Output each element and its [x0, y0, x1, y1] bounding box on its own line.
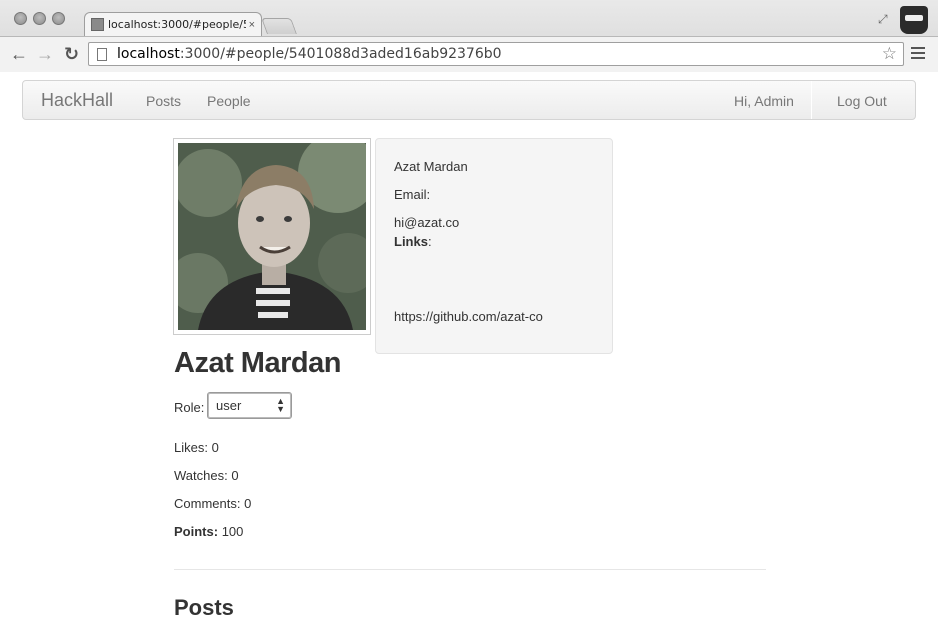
- role-select-value: user: [216, 398, 242, 413]
- reload-icon[interactable]: ↻: [64, 44, 79, 64]
- fullscreen-icon[interactable]: ⤢: [878, 12, 888, 27]
- likes-stat: Likes: 0: [174, 440, 219, 455]
- comments-label: Comments:: [174, 496, 241, 511]
- points-value: 100: [221, 524, 244, 539]
- links-label-text: Links: [394, 234, 428, 249]
- role-label: Role:: [174, 400, 205, 415]
- tab-title: localhost:3000/#people/5: [108, 18, 246, 31]
- comments-stat: Comments: 0: [174, 496, 251, 511]
- browser-tab[interactable]: localhost:3000/#people/5 ×: [84, 12, 262, 36]
- github-link[interactable]: https://github.com/azat-co: [394, 309, 543, 324]
- section-divider: [174, 569, 766, 570]
- zoom-window-button[interactable]: [52, 12, 65, 25]
- browser-menu-icon[interactable]: [911, 47, 925, 62]
- profile-photo: [173, 138, 371, 335]
- points-label: Points:: [174, 524, 219, 539]
- minimize-window-button[interactable]: [33, 12, 46, 25]
- bookmark-star-icon[interactable]: ☆: [882, 44, 897, 64]
- close-window-button[interactable]: [14, 12, 27, 25]
- watches-value: 0: [231, 468, 239, 483]
- address-bar[interactable]: localhost:3000/#people/5401088d3aded16ab…: [88, 42, 904, 66]
- greeting-link[interactable]: Hi, Admin: [734, 93, 794, 109]
- links-label-colon: :: [427, 234, 432, 249]
- nav-posts-link[interactable]: Posts: [146, 93, 181, 109]
- watches-stat: Watches: 0: [174, 468, 239, 483]
- links-label: Links:: [394, 234, 432, 249]
- card-name: Azat Mardan: [394, 159, 468, 174]
- forward-arrow-icon[interactable]: →: [36, 44, 54, 64]
- new-tab-button[interactable]: [261, 18, 297, 34]
- posts-heading: Posts: [174, 595, 234, 620]
- page-icon: [97, 47, 107, 61]
- browser-toolbar: ← → ↻ localhost:3000/#people/5401088d3ad…: [0, 36, 938, 72]
- likes-label: Likes:: [174, 440, 208, 455]
- avatar-image: [178, 143, 366, 330]
- select-arrows-icon: ▲ ▼: [276, 396, 285, 414]
- role-select[interactable]: user ▲ ▼: [207, 392, 292, 419]
- profile-info-card: Azat Mardan Email: hi@azat.co Links: htt…: [375, 138, 613, 354]
- url-path: :3000/#people/5401088d3aded16ab92376b0: [179, 46, 502, 62]
- nav-divider: [811, 81, 812, 119]
- favicon-icon: [91, 18, 104, 31]
- nav-people-link[interactable]: People: [207, 93, 251, 109]
- email-value: hi@azat.co: [394, 215, 460, 230]
- tab-close-icon[interactable]: ×: [249, 19, 255, 31]
- likes-value: 0: [211, 440, 219, 455]
- url-text[interactable]: localhost:3000/#people/5401088d3aded16ab…: [117, 46, 502, 62]
- window-controls: [14, 12, 65, 25]
- logout-link[interactable]: Log Out: [837, 93, 887, 109]
- watches-label: Watches:: [174, 468, 228, 483]
- comments-value: 0: [244, 496, 252, 511]
- url-host: localhost: [117, 46, 180, 62]
- points-stat: Points: 100: [174, 524, 243, 539]
- person-name-heading: Azat Mardan: [174, 347, 341, 379]
- back-arrow-icon[interactable]: ←: [10, 44, 28, 64]
- browser-profile-icon[interactable]: [900, 6, 928, 34]
- top-navbar: HackHall Posts People Hi, Admin Log Out: [22, 80, 916, 120]
- brand-link[interactable]: HackHall: [41, 90, 113, 111]
- browser-chrome: localhost:3000/#people/5 × ⤢ ← → ↻ local…: [0, 0, 938, 72]
- email-label: Email:: [394, 187, 431, 202]
